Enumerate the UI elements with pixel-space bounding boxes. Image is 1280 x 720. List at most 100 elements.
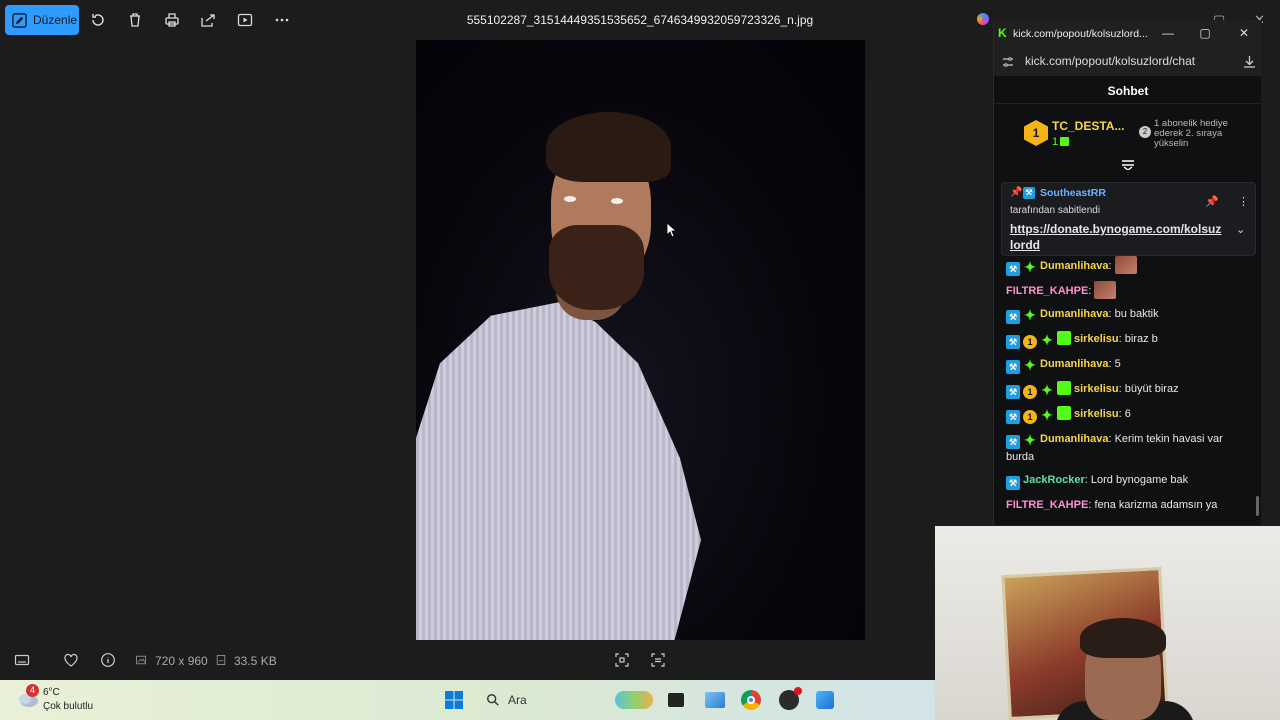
vip-diamond-icon: ✦: [1024, 259, 1036, 275]
webcam-overlay: [935, 526, 1280, 720]
moderator-badge-icon: ⚒: [1023, 187, 1035, 199]
expand-pinned-icon[interactable]: ⌄: [1236, 223, 1245, 236]
file-size: 33.5 KB: [234, 654, 277, 668]
chat-header: Sohbet: [994, 76, 1262, 104]
chat-message: ⚒ 1 ✦ sirkelisu: 6: [1006, 406, 1252, 424]
info-icon[interactable]: [100, 652, 116, 668]
chat-message-text: 6: [1124, 408, 1131, 420]
chat-username[interactable]: Dumanlihava: [1040, 358, 1108, 370]
chat-maximize-icon[interactable]: ▢: [1198, 26, 1212, 40]
chat-username[interactable]: FILTRE_KAHPE: [1006, 499, 1088, 511]
chat-username[interactable]: sirkelisu: [1074, 383, 1119, 395]
emote-icon: [1114, 256, 1137, 274]
vip-diamond-icon: ✦: [1041, 332, 1053, 348]
gift-leaderboard[interactable]: 1 TC_DESTA... 1 2 1 abonelik hediye eder…: [994, 106, 1262, 166]
edit-button[interactable]: Düzenle: [5, 5, 79, 35]
chat-message-list: ⚒ ✦ Dumanlihava: FILTRE_KAHPE: ⚒ ✦ Dumanliha…: [994, 256, 1262, 525]
chat-username[interactable]: sirkelisu: [1074, 408, 1119, 420]
copilot-icon[interactable]: [977, 13, 989, 25]
pin-icon: 📌: [1010, 187, 1023, 198]
more-options-icon[interactable]: [272, 10, 292, 30]
photo-hair: [546, 112, 671, 182]
pinned-by-text: tarafından sabitlendi: [1010, 205, 1101, 216]
chat-username[interactable]: Dumanlihava: [1040, 260, 1108, 272]
pinned-author[interactable]: SoutheastRR: [1040, 187, 1106, 199]
gold-rank-badge-icon: 1: [1023, 335, 1037, 349]
filmstrip-icon[interactable]: [14, 652, 30, 668]
search-placeholder: Ara: [508, 693, 527, 707]
chat-message: ⚒ 1 ✦ sirkelisu: büyüt biraz: [1006, 381, 1252, 399]
chat-message-text: Kerim tekin havasi var burda: [1006, 433, 1223, 463]
emote-icon: [1094, 281, 1117, 299]
chat-username[interactable]: Dumanlihava: [1040, 308, 1108, 320]
chat-minimize-icon[interactable]: —: [1161, 26, 1175, 40]
windows-start-icon[interactable]: [442, 688, 466, 712]
moderator-badge-icon: ⚒: [1006, 262, 1020, 276]
gold-rank-badge-icon: 1: [1023, 385, 1037, 399]
webcam-person-hair: [1080, 618, 1166, 658]
kick-favicon-icon: K: [998, 26, 1007, 40]
weather-description: Çok bulutlu: [43, 701, 94, 712]
dimensions-icon: [136, 655, 146, 665]
print-icon[interactable]: [162, 10, 182, 30]
leader-name: TC_DESTA...: [1052, 119, 1125, 133]
favorite-heart-icon[interactable]: [63, 652, 79, 668]
obs-icon[interactable]: [777, 687, 802, 712]
weather-notification-badge: 4: [26, 684, 39, 697]
moderator-badge-icon: ⚒: [1006, 360, 1020, 374]
gold-rank-badge-icon: 1: [1023, 410, 1037, 424]
mouse-cursor-icon: [666, 222, 676, 238]
image-dimensions: 720 x 960: [155, 654, 208, 668]
chat-url-text: kick.com/popout/kolsuzlord/chat: [1025, 54, 1196, 68]
chat-window-title: kick.com/popout/kolsuzlord...: [1013, 28, 1148, 40]
zoom-actual-size-icon[interactable]: [650, 652, 666, 668]
moderator-badge-icon: ⚒: [1006, 385, 1020, 399]
unpin-icon[interactable]: 📌: [1205, 195, 1219, 208]
vip-diamond-icon: ✦: [1024, 307, 1036, 323]
site-settings-icon[interactable]: [1002, 56, 1014, 68]
collapse-leaderboard-icon[interactable]: [1121, 160, 1135, 170]
moderator-badge-icon: ⚒: [1006, 476, 1020, 490]
rotate-icon[interactable]: [88, 10, 108, 30]
moderator-badge-icon: ⚒: [1006, 310, 1020, 324]
chat-message: ⚒ ✦ Dumanlihava:: [1006, 256, 1252, 276]
search-icon: [487, 694, 499, 706]
file-explorer-icon[interactable]: [664, 688, 688, 712]
chat-message: ⚒ ✦ Dumanlihava: bu baktik: [1006, 306, 1252, 324]
chat-message-text: bu baktik: [1114, 308, 1159, 320]
photo-beard: [549, 225, 644, 310]
chat-message: ⚒ ✦ Dumanlihava: 5: [1006, 356, 1252, 374]
chat-username[interactable]: Dumanlihava: [1040, 433, 1108, 445]
chat-username[interactable]: FILTRE_KAHPE: [1006, 285, 1088, 297]
moderator-badge-icon: ⚒: [1006, 435, 1020, 449]
chrome-icon[interactable]: [739, 688, 763, 712]
chat-username[interactable]: JackRocker: [1023, 474, 1085, 486]
edit-button-label: Düzenle: [33, 13, 78, 27]
leader-rank-badge: 1: [1024, 120, 1048, 146]
photos-footer: 720 x 960 33.5 KB: [0, 640, 935, 680]
photo-eye-right: [611, 198, 623, 204]
download-icon[interactable]: [1243, 55, 1256, 68]
vip-diamond-icon: ✦: [1041, 382, 1053, 398]
chat-message-text: Lord bynogame bak: [1090, 474, 1189, 486]
slideshow-icon[interactable]: [235, 10, 255, 30]
chat-message: FILTRE_KAHPE: fena karizma adamsın ya: [1006, 497, 1252, 514]
chat-message: ⚒ JackRocker: Lord bynogame bak: [1006, 472, 1252, 490]
fit-to-window-icon[interactable]: [614, 652, 630, 668]
pinned-donate-link[interactable]: https://donate.bynogame.com/kolsuzlordd: [1010, 221, 1222, 253]
chat-scrollbar[interactable]: [1256, 496, 1259, 516]
moderator-badge-icon: ⚒: [1006, 410, 1020, 424]
share-icon[interactable]: [198, 10, 218, 30]
gift-badge-icon: [1057, 331, 1071, 345]
vip-diamond-icon: ✦: [1024, 432, 1036, 448]
gift-badge-icon: [1057, 381, 1071, 395]
pinned-more-icon[interactable]: ⋮: [1238, 195, 1249, 208]
taskbar-search[interactable]: Ara: [478, 686, 588, 714]
chat-close-icon[interactable]: ✕: [1237, 26, 1251, 40]
vip-diamond-icon: ✦: [1024, 357, 1036, 373]
photos-app-icon[interactable]: [703, 688, 727, 712]
chat-username[interactable]: sirkelisu: [1074, 333, 1119, 345]
delete-icon[interactable]: [125, 10, 145, 30]
kick-taskbar-icon[interactable]: [813, 688, 837, 712]
widgets-icon[interactable]: [614, 688, 654, 712]
